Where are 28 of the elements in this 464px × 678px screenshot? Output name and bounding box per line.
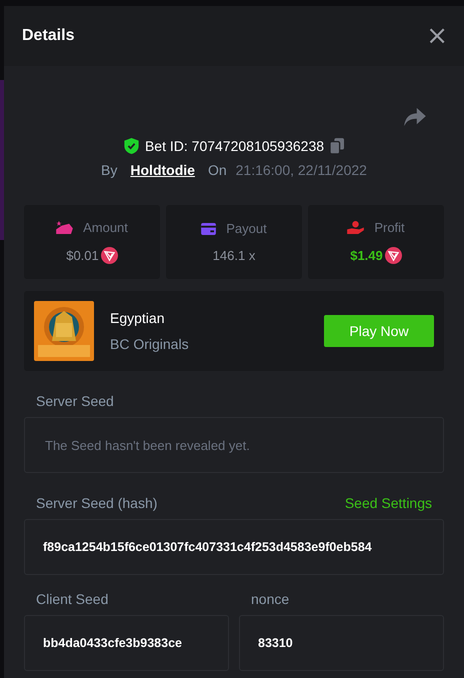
client-seed-field[interactable]: bb4da0433cfe3b9383ce	[24, 615, 229, 671]
stat-label: Amount	[83, 220, 128, 235]
field-label: Server Seed	[36, 393, 114, 409]
field-label: nonce	[251, 591, 290, 607]
share-icon[interactable]	[404, 108, 426, 126]
on-label: On	[208, 162, 227, 178]
stat-value: $1.49	[350, 248, 383, 263]
game-name: Egyptian	[110, 310, 166, 326]
nonce-field[interactable]: 83310	[239, 615, 444, 671]
server-seed-hash-field[interactable]: f89ca1254b15f6ce01307fc407331c4f253d4583e9f0eb584	[24, 519, 444, 575]
copy-icon[interactable]	[330, 138, 344, 154]
stat-label: Payout	[226, 221, 267, 236]
stat-value: $0.01	[66, 248, 99, 263]
close-button[interactable]: ×	[426, 23, 448, 49]
stat-value: 146.1 x	[212, 248, 256, 263]
hand-person-icon	[347, 221, 364, 234]
card-icon	[201, 222, 216, 234]
server-seed-field[interactable]: The Seed hasn't been revealed yet.	[24, 417, 444, 473]
bet-id: Bet ID: 70747208105936238	[144, 138, 324, 154]
by-label: By	[101, 162, 118, 178]
stat-label: Profit	[374, 220, 405, 235]
modal-title: Details	[22, 27, 74, 45]
game-provider: BC Originals	[110, 336, 190, 352]
seed-settings-link[interactable]: Seed Settings	[344, 495, 432, 511]
bet-time: 21:16:00, 22/11/2022	[236, 162, 367, 178]
username-link[interactable]: Holdtodie	[130, 162, 195, 178]
field-label: Client Seed	[36, 591, 108, 607]
field-label: Server Seed (hash)	[36, 495, 158, 511]
